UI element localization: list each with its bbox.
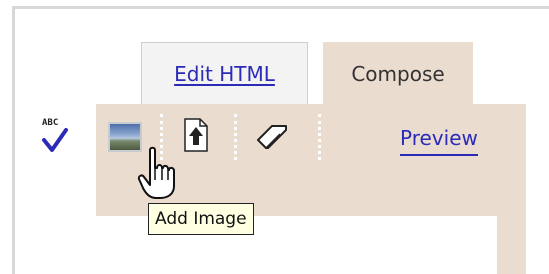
toolbar-separator [93,114,96,160]
tooltip-text: Add Image [155,209,247,229]
hand-cursor-icon [136,146,180,202]
editor-frame: Edit HTML Compose ABC Preview Add Image [0,0,549,274]
spell-check-icon[interactable]: ABC [40,118,74,154]
tab-compose-label: Compose [351,61,445,86]
tab-compose[interactable]: Compose [323,42,473,105]
toolbar-separator [234,114,237,160]
tab-edit-html-label[interactable]: Edit HTML [174,62,275,86]
frame-left-border [12,6,15,274]
tab-edit-html[interactable]: Edit HTML [141,42,308,104]
add-image-tooltip: Add Image [148,203,254,235]
upload-file-icon[interactable] [184,118,208,152]
eraser-icon[interactable] [256,124,290,150]
toolbar-separator [318,114,321,160]
frame-top-border [14,6,549,9]
preview-link[interactable]: Preview [400,126,478,156]
